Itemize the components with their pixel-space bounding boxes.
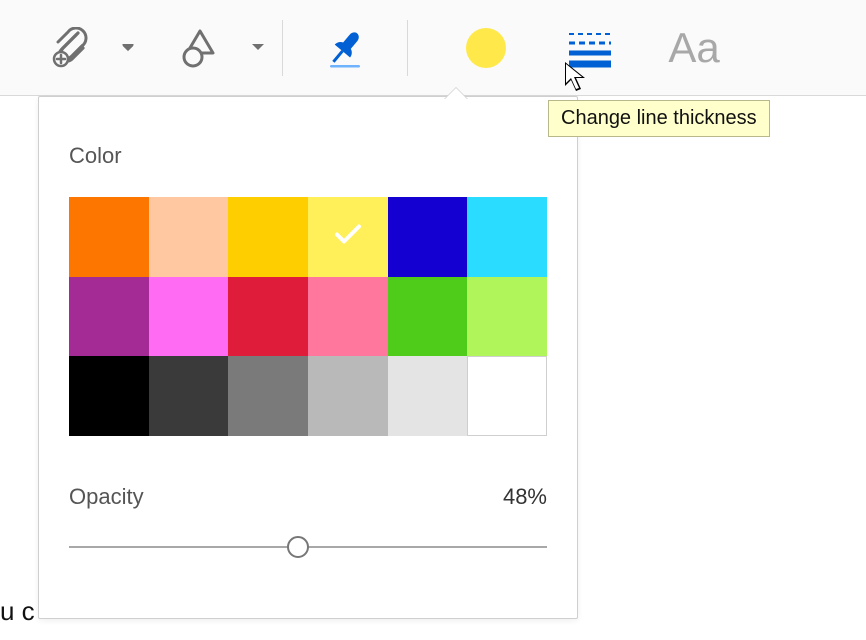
dropdown-caret-icon	[122, 44, 134, 52]
color-swatch[interactable]	[228, 197, 308, 277]
opacity-value: 48%	[503, 484, 547, 510]
toolbar-divider	[282, 20, 283, 76]
color-swatch[interactable]	[388, 197, 468, 277]
pin-tool[interactable]	[315, 18, 375, 78]
color-swatch[interactable]	[308, 277, 388, 357]
color-swatch[interactable]	[69, 197, 149, 277]
opacity-slider[interactable]	[69, 536, 547, 558]
color-swatch[interactable]	[308, 356, 388, 436]
color-swatch[interactable]	[149, 356, 229, 436]
attach-icon	[40, 18, 100, 78]
color-swatch[interactable]	[149, 197, 229, 277]
check-icon	[333, 222, 363, 251]
opacity-section-label: Opacity	[69, 484, 144, 510]
document-text-fragment: u c	[0, 596, 35, 627]
color-swatch[interactable]	[149, 277, 229, 357]
shape-tool[interactable]	[170, 18, 250, 78]
color-tool[interactable]	[456, 18, 516, 78]
color-swatch[interactable]	[308, 197, 388, 277]
color-swatch[interactable]	[69, 277, 149, 357]
color-swatch[interactable]	[388, 277, 468, 357]
attach-tool[interactable]	[40, 18, 120, 78]
color-swatch[interactable]	[228, 277, 308, 357]
color-swatch[interactable]	[467, 277, 547, 357]
line-thickness-tool[interactable]	[560, 18, 620, 78]
color-swatch[interactable]	[467, 356, 547, 436]
pin-icon	[315, 18, 375, 78]
toolbar-divider	[407, 20, 408, 76]
opacity-slider-thumb[interactable]	[287, 536, 309, 558]
tooltip-line-thickness: Change line thickness	[548, 100, 770, 137]
color-swatch[interactable]	[69, 356, 149, 436]
color-swatch-grid	[69, 197, 547, 436]
color-swatch[interactable]	[228, 356, 308, 436]
color-section-label: Color	[69, 143, 547, 169]
color-swatch[interactable]	[388, 356, 468, 436]
line-thickness-icon	[560, 18, 620, 78]
color-swatch-icon	[456, 18, 516, 78]
panel-pointer	[444, 87, 468, 99]
text-icon: Aa	[664, 18, 724, 78]
text-tool[interactable]: Aa	[664, 18, 724, 78]
color-opacity-panel: Color Opacity 48%	[38, 96, 578, 619]
color-swatch[interactable]	[467, 197, 547, 277]
shapes-icon	[170, 18, 230, 78]
dropdown-caret-icon	[252, 44, 264, 52]
annotation-toolbar: Aa	[0, 0, 866, 96]
selected-color-dot	[466, 28, 506, 68]
